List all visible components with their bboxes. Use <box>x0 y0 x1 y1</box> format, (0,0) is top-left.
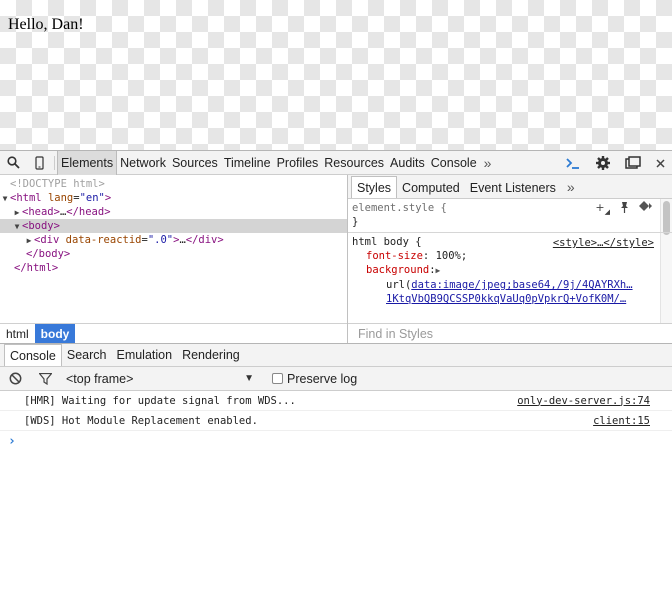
collapsed-triangle-icon[interactable]: ▶ <box>24 234 34 248</box>
dropdown-arrow-icon: ▼ <box>244 372 254 384</box>
clear-console-icon[interactable] <box>0 367 30 391</box>
page-viewport: Hello, Dan! <box>0 0 672 150</box>
console-message: [HMR] Waiting for update signal from WDS… <box>0 391 672 411</box>
close-icon[interactable] <box>648 151 672 175</box>
tab-elements[interactable]: Elements <box>57 150 118 175</box>
tab-network[interactable]: Network <box>117 151 169 175</box>
breadcrumb-html[interactable]: html <box>0 324 35 343</box>
html-body-rule[interactable]: html body { <style>…</style> font-size: … <box>348 233 672 319</box>
devtools-toolbar: Elements Network Sources Timeline Profil… <box>0 150 672 175</box>
console-prompt-input[interactable]: › <box>0 431 672 451</box>
rule-toolbar: +◢ <box>595 201 652 219</box>
dom-node-html[interactable]: ▼ <html lang="en"> <box>0 191 347 205</box>
property-background[interactable]: background:▶ <box>352 263 668 278</box>
prompt-chevron-icon: › <box>8 433 16 449</box>
console-drawer-icon[interactable] <box>558 151 588 175</box>
dom-node-div[interactable]: ▶ <div data-reactid=".0">…</div> <box>0 233 347 247</box>
console-message: [WDS] Hot Module Replacement enabled. cl… <box>0 411 672 431</box>
console-toolbar: <top frame> ▼ Preserve log <box>0 367 672 391</box>
drawer-tabbar: Console Search Emulation Rendering <box>0 343 672 367</box>
data-url-link[interactable]: data:image/jpeg;base64,/9j/4QAYRXh… <box>411 279 632 291</box>
drawer-tab-console[interactable]: Console <box>4 344 62 366</box>
device-mode-icon[interactable] <box>26 151 52 175</box>
color-format-icon[interactable] <box>639 201 652 219</box>
preserve-log-checkbox[interactable]: Preserve log <box>272 372 357 386</box>
dom-node-body[interactable]: ▼ <body> <box>0 219 347 233</box>
property-font-size[interactable]: font-size: 100%; <box>352 249 668 263</box>
dock-side-icon[interactable] <box>618 151 648 175</box>
element-style-rule[interactable]: element.style { } +◢ <box>348 199 672 233</box>
tab-computed[interactable]: Computed <box>397 177 465 198</box>
background-url-line2: 1KtqVbQB9QCSSP0kkqVaUq0pVpkrQ+VofK0M/… <box>352 292 652 306</box>
styles-sidebar: Styles Computed Event Listeners » elemen… <box>348 175 672 343</box>
styles-tabbar: Styles Computed Event Listeners » <box>348 175 672 199</box>
more-tabs-chevron-icon[interactable]: » <box>480 155 496 171</box>
greeting-text: Hello, Dan! <box>8 16 84 33</box>
expanded-triangle-icon[interactable]: ▼ <box>0 192 10 206</box>
tab-profiles[interactable]: Profiles <box>274 151 322 175</box>
dom-node-body-close[interactable]: </body> <box>0 247 347 261</box>
elements-dom-tree: <!DOCTYPE html> ▼ <html lang="en"> ▶ <head… <box>0 175 347 323</box>
message-source-link[interactable]: client:15 <box>593 415 650 427</box>
style-source-link[interactable]: <style>…</style> <box>553 236 654 250</box>
breadcrumb: html body <box>0 323 347 343</box>
search-icon[interactable] <box>0 151 26 175</box>
more-sidebar-tabs-chevron-icon[interactable]: » <box>561 179 581 195</box>
tab-timeline[interactable]: Timeline <box>221 151 274 175</box>
drawer-tab-search[interactable]: Search <box>62 344 112 366</box>
find-in-styles-input[interactable]: Find in Styles <box>348 323 672 343</box>
frame-select[interactable]: <top frame> ▼ <box>60 369 260 389</box>
toolbar-right-icons <box>558 151 672 175</box>
tab-styles[interactable]: Styles <box>351 176 398 198</box>
settings-gear-icon[interactable] <box>588 151 618 175</box>
console-messages: [HMR] Waiting for update signal from WDS… <box>0 391 672 451</box>
dom-node-html-close[interactable]: </html> <box>0 261 347 275</box>
tab-sources[interactable]: Sources <box>169 151 221 175</box>
drawer-tab-emulation[interactable]: Emulation <box>111 344 177 366</box>
filter-icon[interactable] <box>30 367 60 391</box>
dom-node-doctype[interactable]: <!DOCTYPE html> <box>0 177 347 191</box>
breadcrumb-body[interactable]: body <box>34 324 76 343</box>
data-url-link-cont[interactable]: 1KtqVbQB9QCSSP0kkqVaUq0pVpkrQ+VofK0M/… <box>386 293 626 305</box>
expand-triangle-icon[interactable]: ▶ <box>436 266 441 275</box>
background-url-line1: url(data:image/jpeg;base64,/9j/4QAYRXh… <box>386 279 633 291</box>
expanded-triangle-icon[interactable]: ▼ <box>12 220 22 234</box>
dom-node-head[interactable]: ▶ <head>…</head> <box>0 205 347 219</box>
new-style-rule-icon[interactable]: +◢ <box>595 201 610 219</box>
toolbar-separator <box>54 155 55 170</box>
message-source-link[interactable]: only-dev-server.js:74 <box>517 395 650 407</box>
tab-audits[interactable]: Audits <box>387 151 428 175</box>
collapsed-triangle-icon[interactable]: ▶ <box>12 206 22 220</box>
drawer-tab-rendering[interactable]: Rendering <box>177 344 245 366</box>
tab-resources[interactable]: Resources <box>321 151 387 175</box>
tab-console[interactable]: Console <box>428 151 480 175</box>
toggle-element-state-icon[interactable] <box>620 201 629 219</box>
checkbox-box[interactable] <box>272 373 283 384</box>
tab-event-listeners[interactable]: Event Listeners <box>465 177 561 198</box>
